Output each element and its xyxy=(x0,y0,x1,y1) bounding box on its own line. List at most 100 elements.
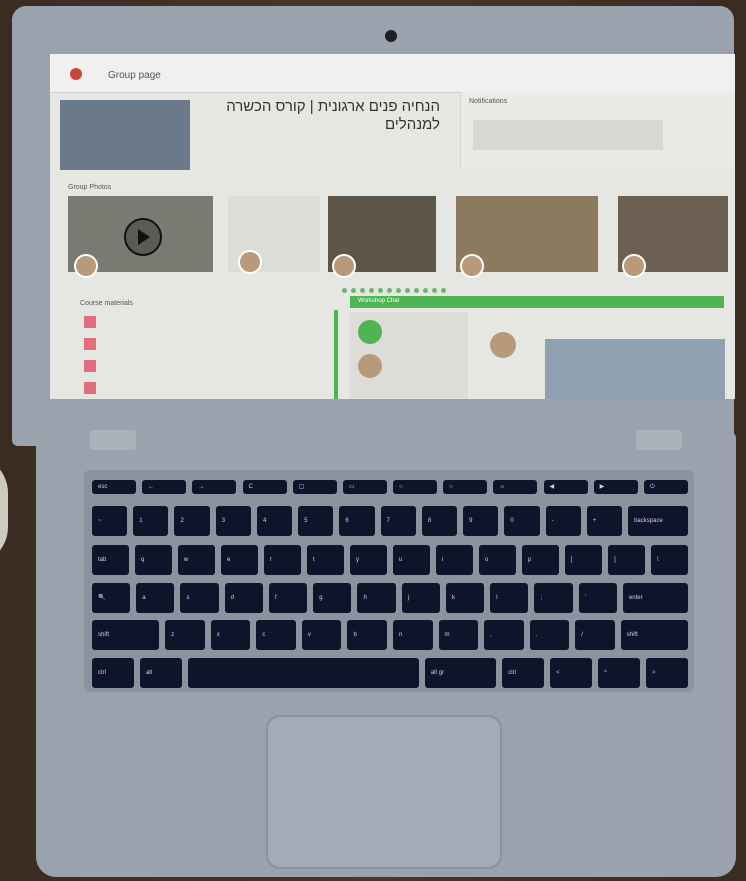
keyboard-key[interactable]: v xyxy=(301,620,342,650)
keyboard-key[interactable]: x xyxy=(210,620,251,650)
keyboard-key[interactable]: q xyxy=(135,545,172,575)
keyboard-key[interactable]: i xyxy=(436,545,473,575)
keyboard-key[interactable] xyxy=(187,658,419,688)
keyboard-key[interactable]: w xyxy=(178,545,215,575)
keyboard-key[interactable]: 8 xyxy=(421,506,458,536)
keyboard-key[interactable]: o xyxy=(479,545,516,575)
keyboard-key[interactable]: 1 xyxy=(133,506,169,536)
carousel-dot[interactable] xyxy=(396,288,401,293)
keyboard-key[interactable]: alt gr xyxy=(424,658,497,688)
chat-image[interactable] xyxy=(545,339,725,399)
play-icon[interactable] xyxy=(124,218,162,256)
keyboard-key[interactable]: 4 xyxy=(256,506,293,536)
keyboard-key[interactable]: g xyxy=(313,583,352,613)
keyboard-key[interactable]: m xyxy=(438,620,479,650)
keyboard-key[interactable]: → xyxy=(192,480,237,494)
keyboard-key[interactable]: n xyxy=(393,620,433,650)
carousel-dot[interactable] xyxy=(378,288,383,293)
keyboard-key[interactable]: ▭ xyxy=(342,480,387,494)
keyboard-key[interactable]: enter xyxy=(622,583,688,613)
app-logo-icon[interactable] xyxy=(70,68,82,80)
keyboard-key[interactable]: shift xyxy=(92,620,160,650)
keyboard-key[interactable]: - xyxy=(545,506,581,536)
keyboard-key[interactable]: r xyxy=(264,545,301,575)
keyboard-key[interactable]: ; xyxy=(534,583,573,613)
keyboard-key[interactable]: ctrl xyxy=(92,658,134,688)
keyboard-key[interactable]: 6 xyxy=(339,506,375,536)
list-item[interactable] xyxy=(84,338,304,350)
trackpad[interactable] xyxy=(266,715,502,869)
keyboard-key[interactable]: [ xyxy=(565,545,602,575)
keyboard-key[interactable]: 🔍 xyxy=(92,583,131,613)
keyboard-key[interactable]: ctrl xyxy=(502,658,545,688)
keyboard-key[interactable]: ◀ xyxy=(543,480,588,494)
list-item[interactable] xyxy=(84,382,304,394)
keyboard-key[interactable]: \ xyxy=(651,545,688,575)
keyboard-key[interactable]: < xyxy=(550,658,593,688)
keyboard-key[interactable]: b xyxy=(347,620,387,650)
keyboard-key[interactable]: s xyxy=(180,583,219,613)
keyboard-key[interactable]: ] xyxy=(608,545,645,575)
keyboard-key[interactable]: , xyxy=(484,620,524,650)
keyboard-key[interactable]: ^ xyxy=(598,658,641,688)
carousel-dot[interactable] xyxy=(423,288,428,293)
keyboard-key[interactable]: 3 xyxy=(215,506,251,536)
keyboard-key[interactable]: ▢ xyxy=(292,480,337,494)
keyboard-key[interactable]: k xyxy=(445,583,485,613)
keyboard-key[interactable]: + xyxy=(586,506,623,536)
keyboard-key[interactable]: ☼ xyxy=(493,480,538,494)
carousel-dot[interactable] xyxy=(351,288,356,293)
keyboard-key[interactable]: ⏻ xyxy=(643,480,688,494)
keyboard-key[interactable]: ← xyxy=(142,480,187,494)
webcam-icon xyxy=(385,30,397,42)
carousel-dot[interactable] xyxy=(432,288,437,293)
keyboard-key[interactable]: 0 xyxy=(504,506,540,536)
notification-card[interactable] xyxy=(473,120,663,150)
keyboard-key[interactable]: tab xyxy=(92,545,129,575)
workshop-chat-header: Workshop Chat xyxy=(350,296,724,308)
carousel-dot[interactable] xyxy=(369,288,374,293)
keyboard-key[interactable]: ~ xyxy=(92,506,128,536)
keyboard-key[interactable]: u xyxy=(393,545,430,575)
keyboard-key[interactable]: j xyxy=(401,583,440,613)
avatar[interactable] xyxy=(358,320,382,344)
carousel-dot[interactable] xyxy=(387,288,392,293)
keyboard-key[interactable]: . xyxy=(529,620,570,650)
keyboard-key[interactable]: C xyxy=(242,480,287,494)
keyboard-key[interactable]: backspace xyxy=(628,506,688,536)
group-photos-title: Group Photos xyxy=(68,184,112,191)
keyboard-key[interactable]: shift xyxy=(620,620,688,650)
carousel-dot[interactable] xyxy=(414,288,419,293)
list-item[interactable] xyxy=(84,316,304,328)
keyboard-key[interactable]: d xyxy=(224,583,263,613)
keyboard-key[interactable]: alt xyxy=(139,658,182,688)
keyboard-key[interactable]: z xyxy=(165,620,205,650)
keyboard-key[interactable]: a xyxy=(136,583,175,613)
keyboard-key[interactable]: esc xyxy=(92,480,137,494)
keyboard-key[interactable]: y xyxy=(350,545,387,575)
keyboard-key[interactable]: h xyxy=(357,583,396,613)
keyboard-key[interactable]: 5 xyxy=(298,506,334,536)
keyboard-key[interactable]: l xyxy=(490,583,529,613)
group-title: הנחיה פנים ארגונית | קורס הכשרה למנהלים xyxy=(226,98,440,133)
carousel-dot[interactable] xyxy=(405,288,410,293)
keyboard-key[interactable]: ▶ xyxy=(593,480,638,494)
keyboard-key[interactable]: / xyxy=(575,620,615,650)
carousel-dot[interactable] xyxy=(342,288,347,293)
keyboard-key[interactable]: ' xyxy=(578,583,617,613)
keyboard-key[interactable]: ○ xyxy=(443,480,488,494)
avatar[interactable] xyxy=(358,354,382,378)
keyboard-key[interactable]: 2 xyxy=(174,506,210,536)
keyboard-key[interactable]: > xyxy=(646,658,688,688)
keyboard-key[interactable]: e xyxy=(221,545,258,575)
carousel-dot[interactable] xyxy=(360,288,365,293)
keyboard-key[interactable]: p xyxy=(522,545,559,575)
keyboard-key[interactable]: 7 xyxy=(380,506,416,536)
keyboard-key[interactable]: ○ xyxy=(393,480,438,494)
carousel-dot[interactable] xyxy=(441,288,446,293)
keyboard-key[interactable]: f xyxy=(268,583,308,613)
keyboard-key[interactable]: t xyxy=(307,545,344,575)
keyboard-key[interactable]: 9 xyxy=(463,506,499,536)
list-item[interactable] xyxy=(84,360,304,372)
keyboard-key[interactable]: c xyxy=(256,620,296,650)
